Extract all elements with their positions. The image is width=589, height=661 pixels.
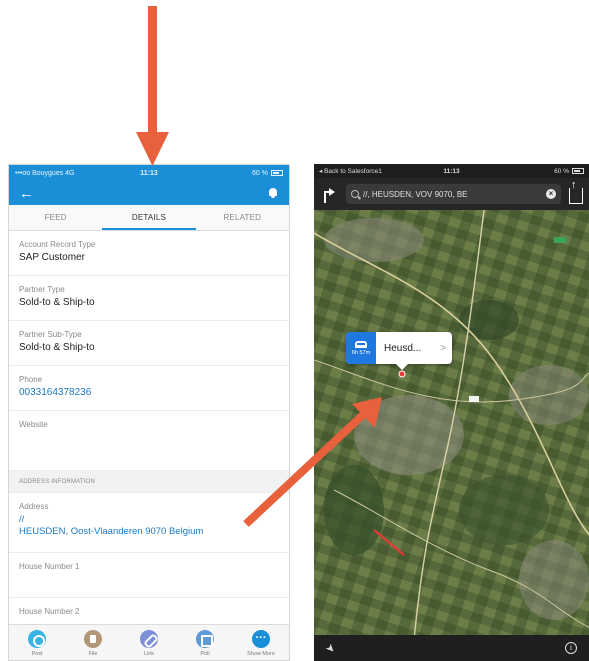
action-post[interactable]: Post	[9, 625, 65, 660]
post-icon	[28, 630, 46, 648]
status-time: 11:13	[140, 169, 158, 177]
field-address: Address // HEUSDEN, Oost-Vlaanderen 9070…	[9, 493, 289, 553]
record-tabs: FEED DETAILS RELATED	[9, 205, 289, 231]
field-phone: Phone 0033164378236	[9, 366, 289, 411]
file-icon	[84, 630, 102, 648]
field-website: Website	[9, 411, 289, 471]
field-label: House Number 2	[19, 607, 80, 616]
share-icon[interactable]	[569, 179, 583, 204]
map-bottom-bar: ➤ i	[314, 635, 589, 661]
chevron-right-icon[interactable]: >	[440, 343, 452, 354]
field-label: Website	[19, 420, 48, 429]
field-label: Address	[19, 502, 49, 511]
field-label: Partner Sub-Type	[19, 330, 82, 339]
action-link[interactable]: Link	[121, 625, 177, 660]
action-poll[interactable]: Poll	[177, 625, 233, 660]
more-icon	[252, 630, 270, 648]
forest-area	[324, 465, 384, 555]
field-value: Sold-to & Ship-to	[19, 297, 95, 308]
callout-place-name: Heusd...	[384, 342, 422, 354]
poll-icon	[196, 630, 214, 648]
action-label: File	[88, 651, 98, 657]
urban-area	[519, 540, 589, 620]
forest-area	[459, 475, 549, 545]
section-header-address: ADDRESS INFORMATION	[9, 471, 289, 493]
field-label: Phone	[19, 375, 43, 384]
field-label: House Number 1	[19, 562, 80, 571]
road-shield	[469, 396, 479, 402]
field-value: SAP Customer	[19, 252, 85, 263]
drive-duration: 6h 57m	[351, 349, 371, 356]
tab-feed[interactable]: FEED	[9, 205, 102, 230]
field-partner-sub-type: Partner Sub-Type Sold-to & Ship-to	[9, 321, 289, 366]
satellite-map[interactable]	[314, 210, 589, 635]
field-label: Account Record Type	[19, 240, 96, 249]
action-label: Poll	[200, 651, 210, 657]
field-house-number-1: House Number 1	[9, 553, 289, 598]
field-partner-type: Partner Type Sold-to & Ship-to	[9, 276, 289, 321]
info-icon[interactable]: i	[565, 642, 577, 654]
tab-related[interactable]: RELATED	[196, 205, 289, 230]
nav-bar: ←	[9, 181, 289, 205]
action-show-more[interactable]: Show More	[233, 625, 289, 660]
battery-icon	[572, 168, 584, 174]
action-label: Show More	[247, 651, 275, 657]
status-time: 11:13	[443, 167, 460, 175]
car-icon	[355, 340, 367, 348]
tab-details[interactable]: DETAILS	[102, 205, 196, 230]
search-icon	[351, 190, 359, 198]
map-status-bar: ◂ Back to Salesforce1 11:13 60 %	[314, 164, 589, 178]
map-pin-icon[interactable]	[398, 370, 406, 378]
urban-area	[324, 218, 424, 262]
field-value: Sold-to & Ship-to	[19, 342, 95, 353]
down-arrow-annotation	[136, 6, 169, 166]
address-line-1[interactable]: //	[19, 514, 279, 526]
field-account-record-type: Account Record Type SAP Customer	[9, 231, 289, 276]
map-toolbar: //, HEUSDEN, VOV 9070, BE ×	[314, 178, 589, 210]
link-icon	[140, 630, 158, 648]
back-arrow-icon[interactable]: ←	[19, 186, 34, 201]
address-link[interactable]: HEUSDEN, Oost-Vlaanderen 9070 Belgium	[19, 526, 279, 538]
location-callout[interactable]: 6h 57m Heusd... >	[346, 332, 452, 370]
maps-screen: ◂ Back to Salesforce1 11:13 60 % //, HEU…	[314, 164, 589, 661]
salesforce-account-screen: •••oo Bouygues 4G 11:13 60 % ← FEED DETA…	[8, 164, 290, 661]
status-bar: •••oo Bouygues 4G 11:13 60 %	[9, 165, 289, 181]
action-label: Link	[143, 651, 155, 657]
urban-area	[509, 365, 589, 425]
action-bar: Post File Link Poll Show More	[9, 624, 289, 660]
directions-icon[interactable]	[320, 185, 338, 203]
action-file[interactable]: File	[65, 625, 121, 660]
clear-search-icon[interactable]: ×	[546, 189, 556, 199]
action-label: Post	[31, 651, 43, 657]
search-query[interactable]: //, HEUSDEN, VOV 9070, BE	[363, 190, 542, 199]
map-search-field[interactable]: //, HEUSDEN, VOV 9070, BE ×	[346, 184, 561, 204]
phone-link[interactable]: 0033164378236	[19, 387, 279, 398]
drive-button[interactable]: 6h 57m	[346, 332, 376, 364]
battery-icon	[271, 170, 283, 176]
field-label: Partner Type	[19, 285, 65, 294]
road-shield	[554, 237, 566, 243]
location-arrow-icon[interactable]: ➤	[323, 640, 339, 656]
urban-area	[354, 395, 464, 475]
bell-icon[interactable]	[267, 187, 279, 199]
